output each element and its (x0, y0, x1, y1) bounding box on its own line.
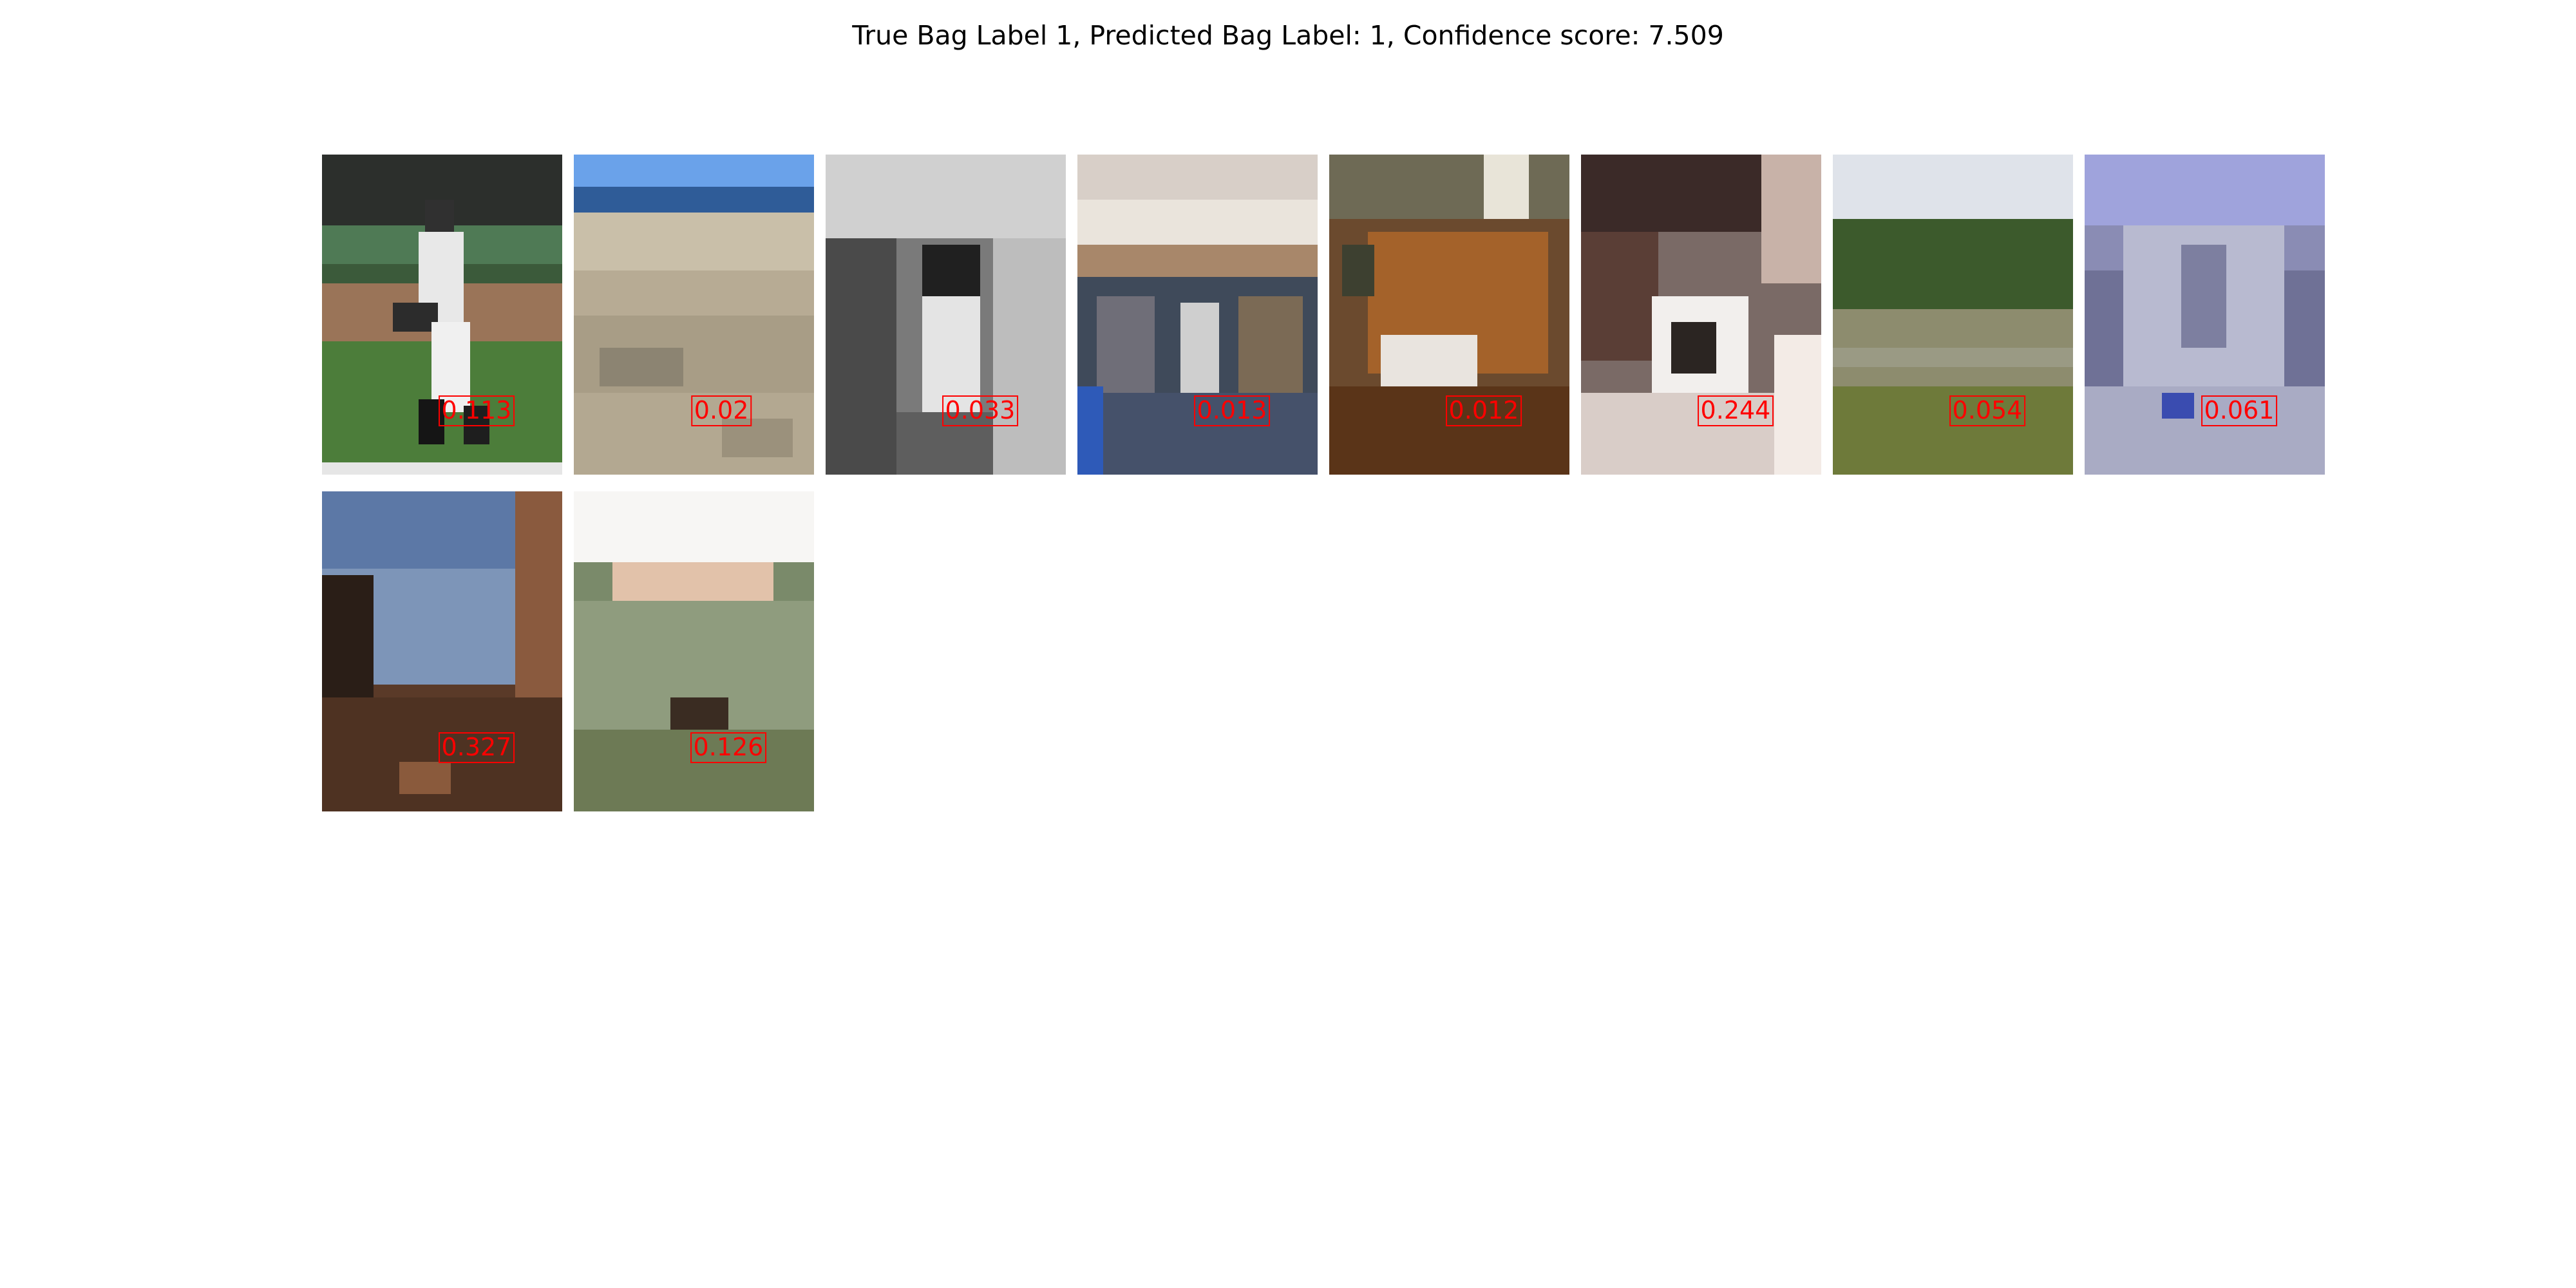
instance-score-1: 0.113 (438, 395, 515, 426)
instance-tile-4: 0.013 (1077, 155, 1318, 475)
figure-title: True Bag Label 1, Predicted Bag Label: 1… (852, 20, 1724, 51)
instance-image-4 (1077, 155, 1318, 475)
instance-score-2: 0.02 (690, 395, 752, 426)
instance-score-6: 0.244 (1697, 395, 1774, 426)
instance-tile-5: 0.012 (1329, 155, 1569, 475)
instance-image-1 (322, 155, 562, 475)
instance-image-9 (322, 491, 562, 811)
instance-image-3 (826, 155, 1066, 475)
instance-score-9: 0.327 (438, 732, 515, 763)
instance-tile-8: 0.061 (2085, 155, 2325, 475)
instance-score-4: 0.013 (1193, 395, 1271, 426)
instance-image-8 (2085, 155, 2325, 475)
instance-tile-9: 0.327 (322, 491, 562, 811)
instance-tile-1: 0.113 (322, 155, 562, 475)
instance-tile-3: 0.033 (826, 155, 1066, 475)
instance-tile-6: 0.244 (1581, 155, 1821, 475)
instance-score-10: 0.126 (690, 732, 767, 763)
instance-tile-10: 0.126 (574, 491, 814, 811)
instance-score-7: 0.054 (1949, 395, 2026, 426)
instance-image-5 (1329, 155, 1569, 475)
instance-image-7 (1833, 155, 2073, 475)
instance-tile-7: 0.054 (1833, 155, 2073, 475)
instance-score-5: 0.012 (1445, 395, 1522, 426)
instance-image-10 (574, 491, 814, 811)
instance-tile-2: 0.02 (574, 155, 814, 475)
instance-image-2 (574, 155, 814, 475)
instance-image-6 (1581, 155, 1821, 475)
instance-score-8: 0.061 (2201, 395, 2278, 426)
instance-score-3: 0.033 (942, 395, 1019, 426)
